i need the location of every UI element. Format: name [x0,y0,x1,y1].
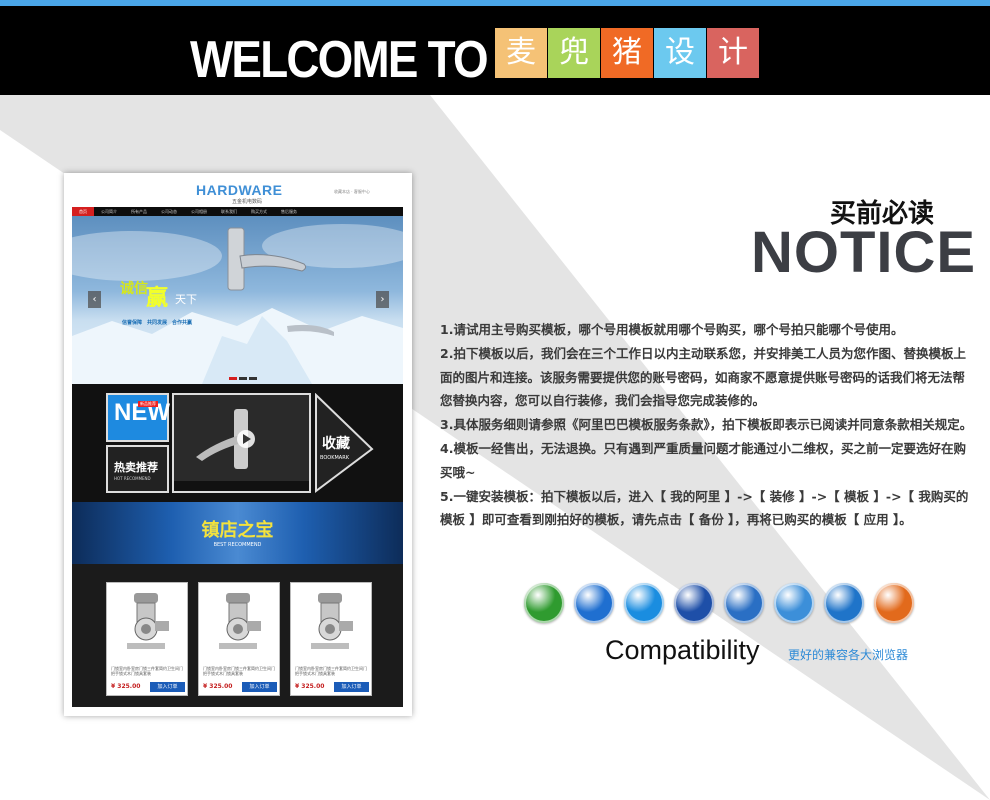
preview-header-links[interactable]: 收藏本店 · 客服中心 [334,189,370,194]
pagination-dot[interactable] [229,377,237,380]
maxthon-icon [824,583,864,623]
notice-rule: 4.模板一经售出，无法退换。只有遇到严重质量问题才能通过小二维权，买之前一定要选… [440,440,966,480]
preview-nav-item[interactable]: 售后服务 [274,207,304,216]
safari-icon [774,583,814,623]
video-frame [174,409,309,491]
add-to-order-button[interactable]: 加入订单 [242,682,277,692]
preview-logo-sub: 五金机电数码 [232,199,263,205]
firefox-blue-icon [674,583,714,623]
preview-logo: HARDWARE [196,182,283,198]
notice-rule: 2.拍下模板以后，我们会在三个工作日以内主动联系您，并安排美工人员为您作图、替换… [440,345,966,409]
banner-pagination [228,377,258,380]
product-image [127,593,169,649]
product-price: ¥ 325.00 [111,683,141,690]
template-preview-card: HARDWARE 五金机电数码 收藏本店 · 客服中心 首页 公司简介 所有产品… [64,173,412,716]
product-card[interactable]: 门锁室内卧室房门锁三件套简约卫生间门把手锁式木门锁具套装 ¥ 325.00 加入… [198,582,280,696]
notice-rules: 1.请试用主号购买模板，哪个号用模板就用哪个号购买，哪个号拍只能哪个号使用。 2… [440,318,975,532]
brand-tile: 计 [707,28,759,78]
preview-banner: 诚信 赢 天下 信誉保障 共同发展 合作共赢 ‹ › [72,216,403,384]
product-desc: 门锁室内卧室房门锁三件套简约卫生间门把手锁式木门锁具套装 [111,666,183,676]
ie-green-icon [524,583,564,623]
product-price: ¥ 325.00 [295,683,325,690]
preview-nav-item[interactable]: 所有产品 [124,207,154,216]
bookmark-cn: 收藏 [322,436,350,452]
add-to-order-button[interactable]: 加入订单 [150,682,185,692]
pagination-dot[interactable] [239,377,247,380]
notice-rule: 5.一键安装模板：拍下模板以后，进入【 我的阿里 】->【 装修 】->【 模板… [440,488,969,528]
bookmark-en: BOOKMARK [320,455,349,461]
preview-nav-item[interactable]: 公司简介 [94,207,124,216]
hot-sub: HOT RECOMMEND [114,476,151,481]
welcome-title: WELCOME TO [190,31,489,89]
template-preview: HARDWARE 五金机电数码 收藏本店 · 客服中心 首页 公司简介 所有产品… [72,181,403,707]
brand-tile: 设 [654,28,706,78]
preview-nav-item[interactable]: 购买方式 [244,207,274,216]
preview-header: HARDWARE 五金机电数码 收藏本店 · 客服中心 [72,181,403,207]
banner-slogan-a: 诚信 [120,281,148,297]
video-player[interactable] [172,393,311,493]
notice-rule: 3.具体服务细则请参照《阿里巴巴模板服务条款》，拍下模板即表示已阅读并同意条款相… [440,417,973,433]
brand-tile: 兜 [548,28,600,78]
new-badge: 新品推荐 [138,401,158,407]
product-image [219,593,261,649]
new-tile[interactable]: NEW 新品推荐 [106,393,170,442]
banner-scene [72,224,403,384]
globe-icon [724,583,764,623]
product-card[interactable]: 门锁室内卧室房门锁三件套简约卫生间门把手锁式木门锁具套装 ¥ 325.00 加入… [290,582,372,696]
brand-tiles: 麦 兜 猪 设 计 [495,28,760,78]
product-card[interactable]: 门锁室内卧室房门锁三件套简约卫生间门把手锁式木门锁具套装 ¥ 325.00 加入… [106,582,188,696]
pagination-dot[interactable] [249,377,257,380]
brand-tile: 麦 [495,28,547,78]
preview-nav-item[interactable]: 联系我们 [214,207,244,216]
hot-tile[interactable]: 热卖推荐 HOT RECOMMEND [106,445,169,493]
hot-label: 热卖推荐 [114,461,158,474]
banner-next-button[interactable]: › [376,291,389,308]
preview-nav-item[interactable]: 公司动态 [154,207,184,216]
product-desc: 门锁室内卧室房门锁三件套简约卫生间门把手锁式木门锁具套装 [295,666,367,676]
internet-explorer-icon [574,583,614,623]
brand-tile: 猪 [601,28,653,78]
notice-rule: 1.请试用主号购买模板，哪个号用模板就用哪个号购买，哪个号拍只能哪个号使用。 [440,322,904,337]
product-grid: 门锁室内卧室房门锁三件套简约卫生间门把手锁式木门锁具套装 ¥ 325.00 加入… [72,564,403,707]
bookmark-tile[interactable]: 收藏 BOOKMARK [314,393,376,493]
compatibility-label: Compatibility [605,635,760,665]
compatibility-label-cn: 更好的兼容各大浏览器 [788,648,909,662]
browser-icons [524,583,924,623]
banner-slogan-sub: 信誉保障 共同发展 合作共赢 [122,320,193,326]
add-to-order-button[interactable]: 加入订单 [334,682,369,692]
banner-slogan-b: 赢 [146,286,169,311]
product-image [311,593,353,649]
notice-title-en: NOTICE [751,220,977,285]
banner-prev-button[interactable]: ‹ [88,291,101,308]
preview-nav: 首页 公司简介 所有产品 公司动态 公司相册 联系我们 购买方式 售后服务 [72,207,403,216]
sogou-icon [624,583,664,623]
preview-nav-item[interactable]: 首页 [72,207,94,216]
preview-nav-item[interactable]: 公司相册 [184,207,214,216]
best-subtitle: BEST RECOMMEND [213,542,262,548]
preview-feature: NEW 新品推荐 热卖推荐 HOT RECOMMEND 收藏 BOOKMARK [72,384,403,502]
best-recommend-banner: 镇店之宝 BEST RECOMMEND [72,502,403,564]
banner-slogan-c: 天下 [175,293,197,306]
best-title: 镇店之宝 [201,520,274,541]
product-price: ¥ 325.00 [203,683,233,690]
product-desc: 门锁室内卧室房门锁三件套简约卫生间门把手锁式木门锁具套装 [203,666,275,676]
firefox-icon [874,583,914,623]
